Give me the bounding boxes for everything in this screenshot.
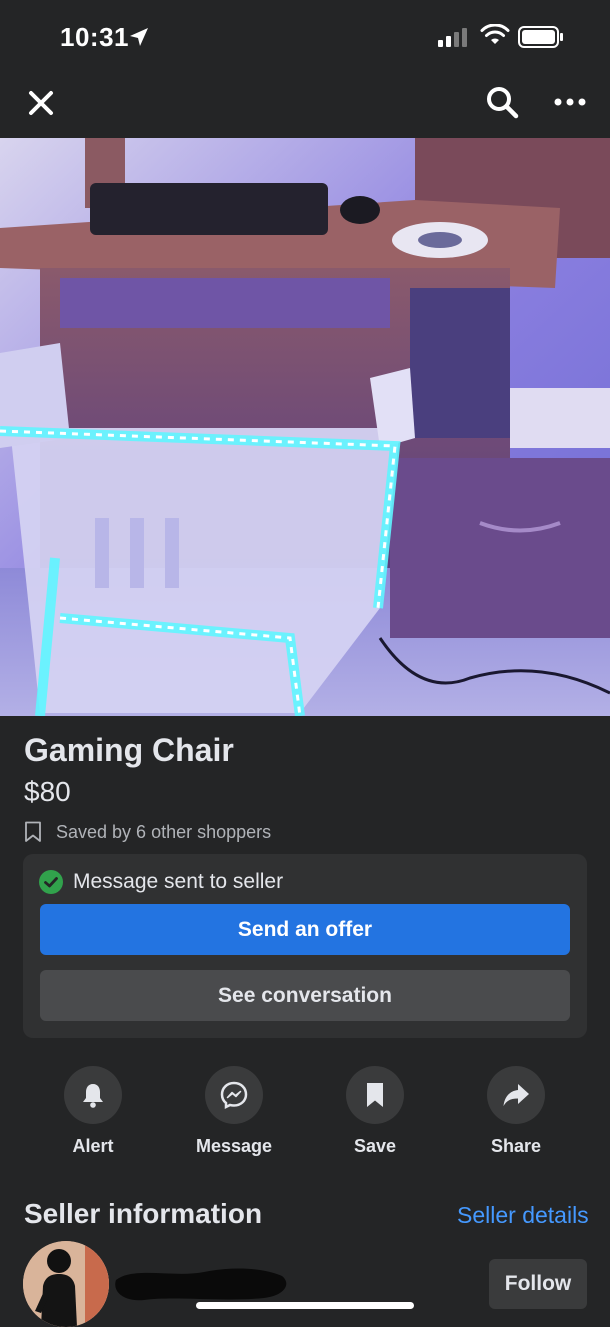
bell-icon	[83, 1084, 103, 1108]
check-circle-icon	[39, 870, 63, 894]
message-card: Message sent to seller Send an offer See…	[23, 854, 587, 1038]
share-icon	[503, 1084, 529, 1106]
battery-icon	[518, 26, 563, 48]
search-icon[interactable]	[484, 84, 520, 120]
close-icon[interactable]	[24, 86, 58, 120]
seller-name-redacted	[115, 1268, 287, 1301]
avatar-photo	[23, 1241, 109, 1327]
home-indicator	[196, 1302, 414, 1309]
action-row: Alert Message Save Share	[0, 1066, 610, 1156]
message-status-text: Message sent to seller	[73, 870, 284, 893]
message-circle	[205, 1066, 263, 1124]
listing-title: Gaming Chair	[24, 732, 234, 768]
seller-avatar[interactable]	[23, 1241, 109, 1327]
save-circle	[346, 1066, 404, 1124]
status-bar: 10:31	[0, 0, 610, 72]
seller-details-link[interactable]: Seller details	[457, 1202, 589, 1229]
saved-count-text: Saved by 6 other shoppers	[56, 821, 272, 842]
see-conversation-button[interactable]: See conversation	[40, 970, 570, 1021]
share-circle	[487, 1066, 545, 1124]
bookmark-outline-icon	[25, 821, 41, 842]
saved-count: Saved by 6 other shoppers	[24, 820, 271, 844]
message-button[interactable]: Message	[174, 1066, 294, 1157]
location-arrow-icon	[130, 28, 148, 46]
bookmark-icon	[367, 1083, 383, 1107]
listing-photo-illustration	[0, 138, 610, 716]
alert-circle	[64, 1066, 122, 1124]
follow-button[interactable]: Follow	[489, 1259, 587, 1309]
signal-icon	[438, 28, 467, 47]
message-label: Message	[195, 1136, 273, 1156]
listing-photo[interactable]	[0, 138, 610, 716]
share-button[interactable]: Share	[456, 1066, 576, 1157]
messenger-icon	[220, 1081, 248, 1110]
seller-info-heading: Seller information	[24, 1198, 263, 1229]
alert-label: Alert	[72, 1136, 114, 1156]
message-status: Message sent to seller	[39, 870, 283, 894]
more-icon[interactable]	[550, 84, 590, 120]
status-time: 10:31	[60, 22, 129, 52]
alert-button[interactable]: Alert	[33, 1066, 153, 1157]
listing-price: $80	[24, 776, 71, 807]
send-offer-button[interactable]: Send an offer	[40, 904, 570, 955]
wifi-icon	[480, 24, 510, 44]
share-label: Share	[490, 1136, 542, 1156]
save-label: Save	[353, 1136, 397, 1156]
top-nav	[0, 72, 610, 138]
save-button[interactable]: Save	[315, 1066, 435, 1157]
